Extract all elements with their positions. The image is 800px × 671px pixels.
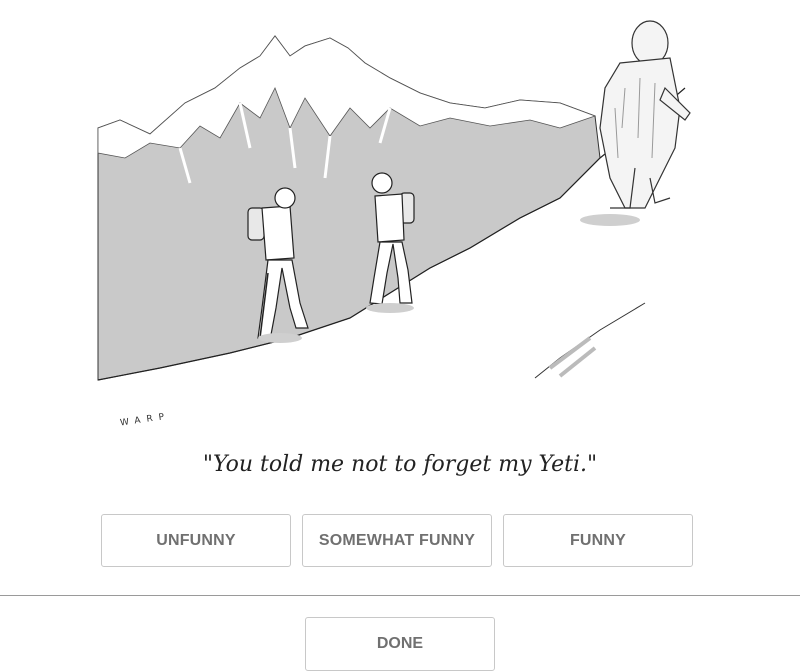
- cartoon-illustration: [97, 20, 691, 381]
- funny-button[interactable]: FUNNY: [503, 514, 693, 567]
- cartoon-image: WARP: [90, 8, 700, 438]
- yeti: [580, 20, 691, 226]
- divider: [0, 595, 800, 596]
- done-button[interactable]: DONE: [305, 617, 495, 671]
- rating-buttons: UNFUNNY SOMEWHAT FUNNY FUNNY: [101, 514, 693, 567]
- cartoon-caption: "You told me not to forget my Yeti.": [202, 452, 598, 477]
- somewhat-funny-button[interactable]: SOMEWHAT FUNNY: [302, 514, 492, 567]
- unfunny-button[interactable]: UNFUNNY: [101, 514, 291, 567]
